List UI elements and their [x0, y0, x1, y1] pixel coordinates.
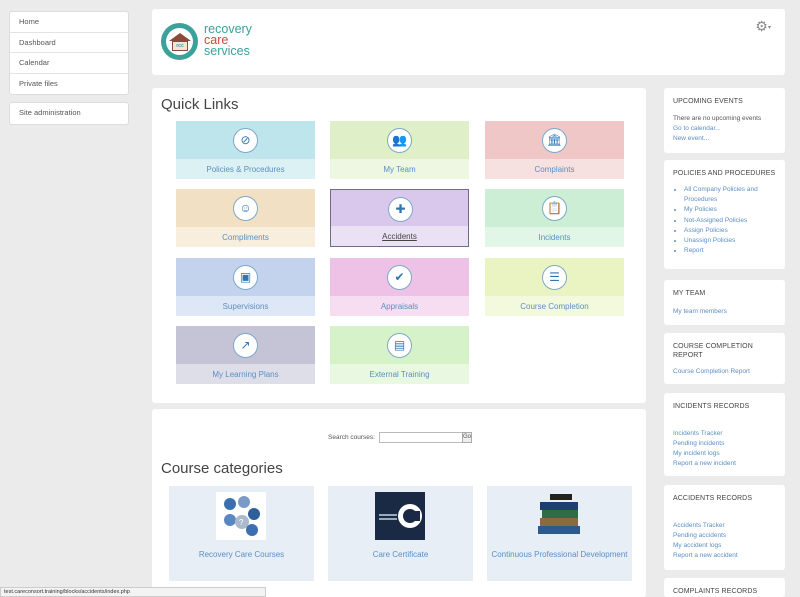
my-team-title: MY TEAM: [673, 290, 706, 297]
tile-incidents[interactable]: 📋 Incidents: [485, 189, 624, 247]
unassign-policies-link[interactable]: Unassign Policies: [684, 236, 784, 246]
course-report-title: COURSE COMPLETION REPORT: [673, 343, 753, 359]
report-incident-link[interactable]: Report a new incident: [673, 459, 736, 469]
admin-nav: Site administration: [9, 102, 129, 125]
puzzle-image: ?: [216, 492, 266, 540]
complaints-title: COMPLAINTS RECORDS: [673, 588, 758, 595]
nav-dashboard[interactable]: Dashboard: [10, 33, 128, 53]
policies-icon: ⊘: [233, 128, 258, 153]
gear-icon[interactable]: ⚙▾: [755, 18, 771, 35]
tile-external-training[interactable]: ▤ External Training: [330, 326, 469, 384]
first-aid-icon: ✚: [388, 197, 413, 222]
main-nav: Home Dashboard Calendar Private files: [9, 11, 129, 95]
upcoming-events-title: UPCOMING EVENTS: [673, 98, 743, 105]
assign-policies-link[interactable]: Assign Policies: [684, 226, 784, 236]
document-icon: ▤: [387, 333, 412, 358]
search-label: Search courses:: [328, 434, 375, 441]
quick-links-title: Quick Links: [161, 96, 239, 113]
policies-list: All Company Policies and Procedures My P…: [684, 185, 784, 256]
tile-label: My Team: [383, 165, 416, 174]
my-team-block: MY TEAM My team members: [664, 280, 785, 325]
category-label: Continuous Professional Development: [491, 550, 628, 559]
accidents-tracker-link[interactable]: Accidents Tracker: [673, 521, 725, 531]
building-icon: 🏛: [542, 128, 567, 153]
tile-policies[interactable]: ⊘ Policies & Procedures: [176, 121, 315, 179]
status-bar-url: test.careconsort.training/blocks/acciden…: [0, 587, 266, 597]
go-to-calendar-link[interactable]: Go to calendar...: [673, 124, 721, 134]
incidents-title: INCIDENTS RECORDS: [673, 403, 750, 410]
policies-title: POLICIES AND PROCEDURES: [673, 170, 776, 177]
course-report-block: COURSE COMPLETION REPORT Course Completi…: [664, 333, 785, 384]
accidents-block: ACCIDENTS RECORDS Accidents Tracker Pend…: [664, 485, 785, 570]
pending-incidents-link[interactable]: Pending incidents: [673, 439, 724, 449]
tile-label: My Learning Plans: [212, 370, 279, 379]
tile-learning-plans[interactable]: ↗ My Learning Plans: [176, 326, 315, 384]
my-team-members-link[interactable]: My team members: [673, 307, 727, 317]
svg-text:?: ?: [239, 518, 244, 527]
my-policies-link[interactable]: My Policies: [684, 205, 784, 215]
tile-label: External Training: [369, 370, 430, 379]
checkbox-icon: ✔: [387, 265, 412, 290]
no-events-text: There are no upcoming events: [673, 115, 762, 122]
tile-compliments[interactable]: ☺ Compliments: [176, 189, 315, 247]
smile-icon: ☺: [233, 196, 258, 221]
policies-block: POLICIES AND PROCEDURES All Company Poli…: [664, 160, 785, 269]
course-categories-title: Course categories: [161, 460, 283, 477]
category-cpd[interactable]: Continuous Professional Development: [487, 486, 632, 581]
my-incident-logs-link[interactable]: My incident logs: [673, 449, 720, 459]
tile-label: Incidents: [538, 233, 571, 242]
care-certificate-image: [375, 492, 425, 540]
tile-complaints[interactable]: 🏛 Complaints: [485, 121, 624, 179]
books-image: [534, 492, 584, 540]
accidents-title: ACCIDENTS RECORDS: [673, 495, 753, 502]
tile-appraisals[interactable]: ✔ Appraisals: [330, 258, 469, 316]
logo[interactable]: rcc: [161, 23, 198, 60]
page-header: rcc recovery care services ⚙▾: [152, 9, 785, 75]
all-policies-link[interactable]: All Company Policies and Procedures: [684, 185, 784, 205]
upcoming-events-block: UPCOMING EVENTS There are no upcoming ev…: [664, 88, 785, 153]
tile-label: Supervisions: [222, 302, 269, 311]
category-care-certificate[interactable]: Care Certificate: [328, 486, 473, 581]
tile-label: Appraisals: [380, 302, 419, 311]
tile-my-team[interactable]: 👥 My Team: [330, 121, 469, 179]
category-recovery-care-courses[interactable]: ? Recovery Care Courses: [169, 486, 314, 581]
nav-private-files[interactable]: Private files: [10, 74, 128, 95]
category-label: Recovery Care Courses: [198, 550, 285, 559]
report-accident-link[interactable]: Report a new accident: [673, 551, 738, 561]
tile-label: Course Completion: [520, 302, 589, 311]
team-icon: 👥: [387, 128, 412, 153]
tile-label: Complaints: [534, 165, 575, 174]
new-event-link[interactable]: New event...: [673, 134, 709, 144]
list-icon: ☰: [542, 265, 567, 290]
logo-line-3: services: [204, 44, 250, 58]
logo-text: recovery care services: [204, 23, 252, 58]
tile-label: Accidents: [382, 232, 417, 241]
search-courses-input[interactable]: [379, 432, 463, 443]
nav-calendar[interactable]: Calendar: [10, 53, 128, 74]
tile-label: Compliments: [222, 233, 269, 242]
trend-icon: ↗: [233, 333, 258, 358]
course-categories-block: Search courses: Go Course categories ? R…: [152, 409, 646, 597]
tile-accidents[interactable]: ✚ Accidents: [330, 189, 469, 247]
nav-site-administration[interactable]: Site administration: [10, 103, 128, 124]
incidents-tracker-link[interactable]: Incidents Tracker: [673, 429, 723, 439]
id-card-icon: ▣: [233, 265, 258, 290]
category-label: Care Certificate: [372, 550, 429, 559]
course-report-link[interactable]: Course Completion Report: [673, 367, 750, 377]
clipboard-icon: 📋: [542, 196, 567, 221]
go-button[interactable]: Go: [462, 432, 472, 443]
nav-home[interactable]: Home: [10, 12, 128, 33]
chevron-down-icon: ▾: [767, 24, 771, 31]
complaints-block: COMPLAINTS RECORDS: [664, 578, 785, 597]
pending-accidents-link[interactable]: Pending accidents: [673, 531, 726, 541]
tile-label: Policies & Procedures: [206, 165, 285, 174]
not-assigned-policies-link[interactable]: Not-Assigned Policies: [684, 216, 784, 226]
report-link[interactable]: Report: [684, 246, 784, 256]
logo-house: rcc: [172, 41, 188, 51]
my-accident-logs-link[interactable]: My accident logs: [673, 541, 721, 551]
tile-course-completion[interactable]: ☰ Course Completion: [485, 258, 624, 316]
quick-links-block: Quick Links ⊘ Policies & Procedures 👥 My…: [152, 88, 646, 403]
incidents-block: INCIDENTS RECORDS Incidents Tracker Pend…: [664, 393, 785, 476]
tile-supervisions[interactable]: ▣ Supervisions: [176, 258, 315, 316]
